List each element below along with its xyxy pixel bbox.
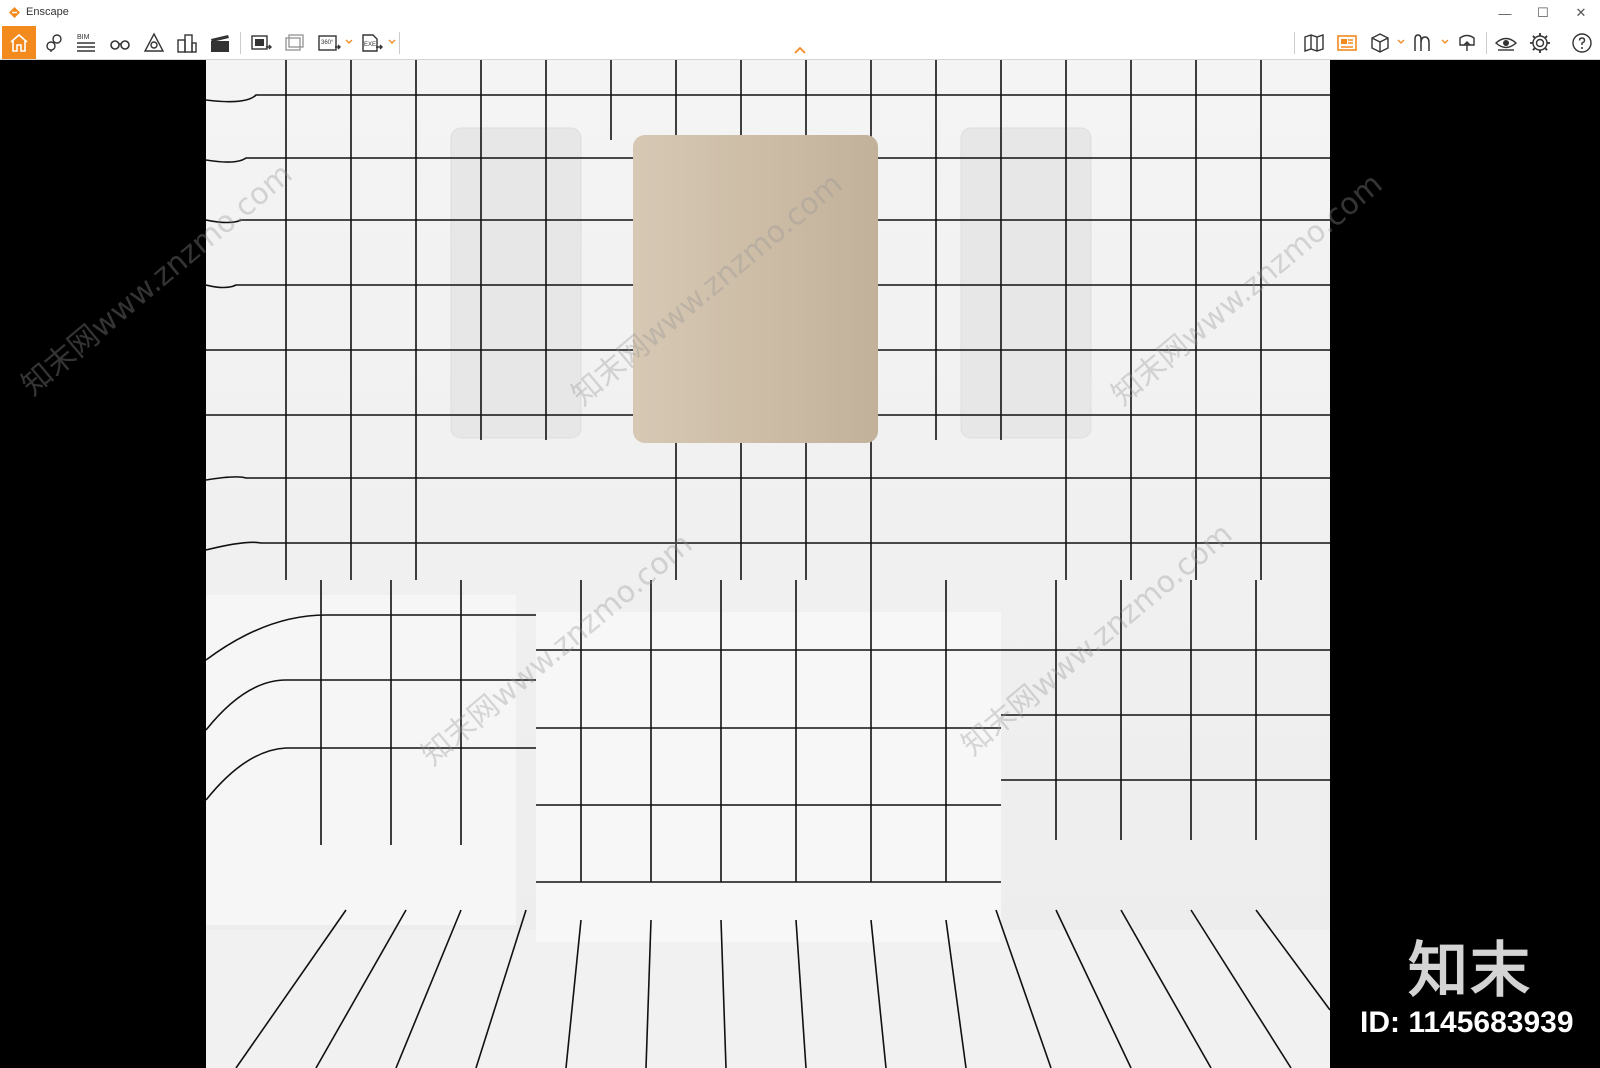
location-button[interactable]	[38, 26, 70, 59]
batch-render-icon	[285, 33, 304, 51]
asset-library-dropdown[interactable]	[1397, 36, 1405, 48]
settings-gear-icon	[1530, 32, 1550, 53]
watermark-brand: 知末	[1408, 936, 1532, 1006]
location-pin-icon	[46, 33, 62, 52]
view-management-icon	[1337, 34, 1357, 51]
buildings-button[interactable]	[171, 26, 203, 59]
binoculars-button[interactable]	[104, 26, 136, 59]
chevron-down-icon	[1441, 39, 1449, 44]
map-button[interactable]	[1298, 26, 1330, 59]
clapperboard-icon	[211, 34, 229, 52]
upload-icon	[1459, 34, 1475, 51]
screenshot-button[interactable]	[245, 26, 277, 59]
enscape-logo-icon	[9, 7, 20, 18]
exe-label: EXE	[364, 42, 376, 48]
material-editor-button[interactable]	[1407, 26, 1439, 59]
home-button[interactable]	[2, 26, 36, 59]
toolbar-separator	[240, 32, 241, 54]
window-title: Enscape	[26, 6, 69, 18]
material-editor-dropdown[interactable]	[1441, 36, 1449, 48]
video-editor-button[interactable]	[204, 26, 236, 59]
maximize-icon: ☐	[1537, 5, 1549, 20]
map-icon	[1304, 33, 1324, 52]
minimize-icon: —	[1498, 5, 1512, 21]
panorama-360-icon: 360°	[318, 34, 341, 51]
watermark-id: ID: 1145683939	[1360, 1006, 1574, 1039]
panorama-dropdown[interactable]	[345, 36, 353, 48]
toolbar-separator	[1486, 32, 1487, 54]
asset-library-button[interactable]	[1364, 26, 1396, 59]
bim-label: BIM	[77, 34, 90, 41]
material-editor-icon	[1414, 33, 1430, 51]
help-icon	[1572, 32, 1592, 53]
home-icon	[10, 33, 28, 52]
upload-button[interactable]	[1451, 26, 1483, 59]
maximize-button[interactable]: ☐	[1524, 0, 1562, 26]
bim-button[interactable]: BIM	[70, 26, 102, 59]
toolbar-separator	[1294, 32, 1295, 54]
close-icon: ✕	[1575, 5, 1587, 20]
view-management-button[interactable]	[1331, 26, 1363, 59]
collapse-toolbar-icon[interactable]	[793, 45, 807, 55]
light-view-icon	[143, 32, 165, 52]
screenshot-icon	[251, 34, 272, 50]
panorama-button[interactable]: 360°	[313, 26, 345, 59]
pano-label: 360°	[321, 40, 334, 46]
minimize-button[interactable]: —	[1486, 0, 1524, 26]
batch-render-button[interactable]	[279, 26, 311, 59]
visual-settings-button[interactable]	[1490, 26, 1522, 59]
help-button[interactable]	[1566, 26, 1598, 59]
buildings-icon	[177, 33, 197, 53]
asset-cube-icon	[1371, 32, 1389, 53]
exe-export-dropdown[interactable]	[388, 36, 396, 48]
render-viewport[interactable]: 知末网www.znzmo.com 知末网www.znzmo.com 知末网www…	[0, 60, 1600, 1068]
title-bar: Enscape — ☐ ✕	[0, 0, 1600, 26]
chevron-down-icon	[1397, 39, 1405, 44]
toolbar-separator	[399, 32, 400, 54]
settings-button[interactable]	[1524, 26, 1556, 59]
close-button[interactable]: ✕	[1562, 0, 1600, 26]
bim-list-icon: BIM	[77, 34, 95, 52]
exe-export-icon: EXE	[362, 33, 383, 52]
binoculars-icon	[110, 39, 130, 50]
chevron-down-icon	[388, 39, 396, 44]
light-view-button[interactable]	[138, 26, 170, 59]
visual-settings-icon	[1494, 37, 1518, 51]
exe-export-button[interactable]: EXE	[355, 26, 387, 59]
chevron-down-icon	[345, 39, 353, 44]
